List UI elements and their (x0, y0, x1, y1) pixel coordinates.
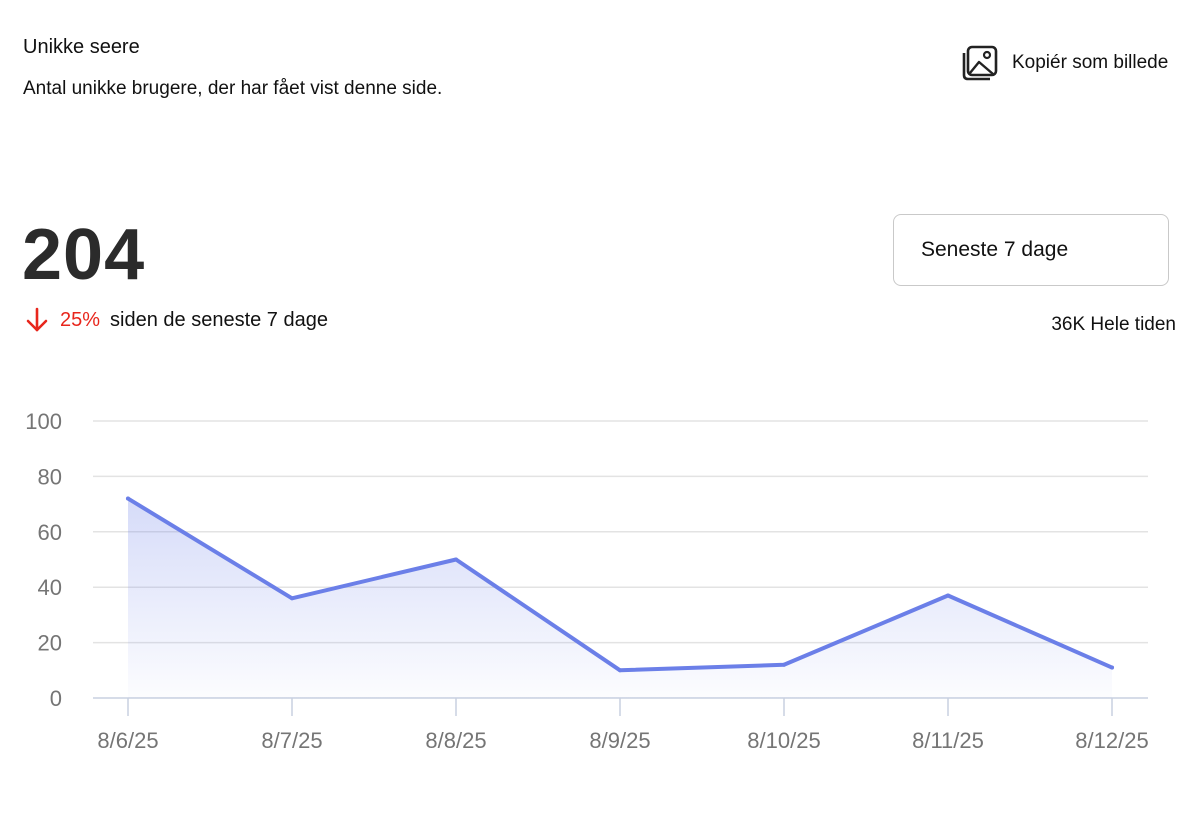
y-tick-label: 20 (38, 631, 62, 656)
data-point (1110, 665, 1114, 670)
trend-indicator: 25% siden de seneste 7 dage (24, 306, 328, 334)
all-time-count: 36K Hele tiden (1051, 314, 1176, 335)
time-range-selected: Seneste 7 dage (921, 238, 1069, 261)
x-tick-label: 8/11/25 (912, 728, 984, 753)
image-icon (960, 43, 1000, 83)
x-tick-label: 8/12/25 (1075, 728, 1148, 753)
y-tick-label: 40 (38, 575, 62, 600)
data-point (782, 662, 786, 667)
card-title: Unikke seere (23, 36, 140, 58)
data-point (946, 593, 950, 598)
x-tick-label: 8/6/25 (97, 728, 158, 753)
x-tick-label: 8/8/25 (425, 728, 486, 753)
x-tick-label: 8/7/25 (261, 728, 322, 753)
trend-percent: 25% (60, 308, 101, 331)
y-tick-label: 0 (50, 686, 62, 711)
time-range-dropdown[interactable]: Seneste 7 dage (893, 214, 1169, 286)
card-subtitle: Antal unikke brugere, der har fået vist … (23, 78, 443, 99)
data-point (126, 496, 130, 501)
unique-viewers-chart: 0 20 40 60 80 100 8/6/25 8/7/25 8/8/25 8/9/25 8/10… (0, 390, 1192, 790)
x-tick-label: 8/10/25 (747, 728, 820, 753)
copy-as-image-label: Kopiér som billede (1012, 52, 1169, 73)
data-point (618, 668, 622, 673)
x-tick-label: 8/9/25 (589, 728, 650, 753)
unique-viewers-count: 204 (22, 215, 146, 295)
y-tick-label: 60 (38, 520, 62, 545)
trend-description: siden de seneste 7 dage (110, 308, 328, 331)
y-tick-label: 80 (38, 464, 62, 489)
data-point (454, 557, 458, 562)
y-tick-label: 100 (25, 409, 62, 434)
arrow-down-icon (24, 306, 50, 334)
area-chart: 0 20 40 60 80 100 8/6/25 8/7/25 8/8/25 8/9/25 8/10… (25, 409, 1148, 753)
copy-as-image-button[interactable]: Kopiér som billede (960, 42, 1168, 84)
data-point (290, 596, 294, 601)
